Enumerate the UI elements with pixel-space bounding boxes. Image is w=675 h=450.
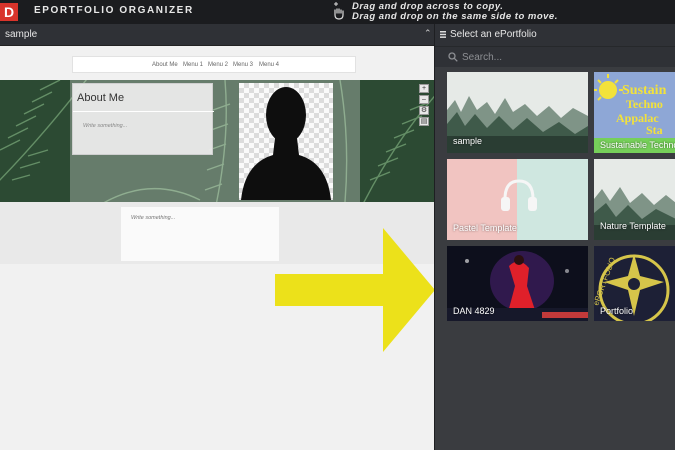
card-label: Pastel Template — [453, 223, 517, 233]
image-text-4: Sta — [646, 123, 663, 137]
about-heading: About Me — [77, 92, 125, 104]
search-input[interactable] — [462, 49, 662, 65]
edit-toolbar: + – ⚙ ▤ — [419, 84, 430, 130]
app-window: D EPORTFOLIO ORGANIZER Drag and drop acr… — [0, 0, 675, 450]
zoom-in-button[interactable]: + — [419, 84, 429, 93]
portfolio-card-dan4829[interactable]: DAN 4829 — [447, 246, 588, 321]
nav-item-menu3[interactable]: Menu 3 — [233, 62, 253, 68]
about-text-placeholder[interactable]: Write something... — [83, 123, 127, 129]
text-block-placeholder: Write something... — [131, 215, 176, 221]
preview-navbar: About Me Menu 1 Menu 2 Menu 3 Menu 4 — [72, 56, 356, 73]
nav-item-about[interactable]: About Me — [152, 62, 178, 68]
chevron-updown-icon[interactable]: ⌃ — [424, 28, 432, 39]
nav-item-menu1[interactable]: Menu 1 — [183, 62, 203, 68]
nav-item-menu4[interactable]: Menu 4 — [259, 62, 279, 68]
portfolio-card-pastel[interactable]: Pastel Template — [447, 159, 588, 240]
image-text-2: Techno — [626, 97, 663, 111]
about-section: About Me Write something... — [72, 83, 214, 155]
portfolio-selector-panel: Select an ePortfolio sample — [434, 24, 675, 450]
selected-portfolio-title: sample — [5, 29, 38, 40]
person-silhouette-icon — [241, 87, 331, 200]
arrow-right-icon — [275, 228, 435, 352]
fern-banner-image: About Me Write something... + – ⚙ ▤ — [0, 80, 434, 202]
portfolio-card-nature[interactable]: Nature Template — [594, 159, 675, 240]
card-label: Portfolio — [600, 306, 634, 316]
profile-photo-placeholder[interactable] — [239, 83, 333, 200]
image-text-1: Sustain — [622, 83, 667, 98]
list-icon — [440, 31, 446, 38]
app-logo: D — [0, 3, 18, 21]
zoom-out-button[interactable]: – — [419, 95, 429, 104]
right-panel-header: Select an ePortfolio — [435, 24, 675, 46]
card-label: DAN 4829 — [453, 306, 495, 316]
app-title: EPORTFOLIO ORGANIZER — [34, 5, 194, 16]
card-label: sample — [453, 136, 483, 146]
nav-item-menu2[interactable]: Menu 2 — [208, 62, 228, 68]
drag-hint-move: Drag and drop on the same side to move. — [352, 11, 558, 22]
layout-button[interactable]: ▤ — [419, 117, 429, 126]
card-label: Sustainable Techno — [600, 140, 675, 150]
portfolio-card-portfolio[interactable]: ePORTFOLIO Portfolio — [594, 246, 675, 321]
card-label: Nature Template — [600, 221, 666, 231]
hand-drag-icon — [334, 2, 344, 20]
panel-title: Select an ePortfolio — [450, 29, 537, 40]
search-icon — [448, 52, 458, 62]
left-panel-header[interactable]: sample ⌃ — [0, 24, 434, 46]
divider — [73, 111, 214, 112]
top-bar: D EPORTFOLIO ORGANIZER Drag and drop acr… — [0, 0, 675, 24]
text-block[interactable]: Write something... — [121, 207, 279, 261]
search-bar — [435, 46, 675, 67]
portfolio-card-sustainable[interactable]: Sustain Techno Appalac Sta Sustainable T… — [594, 72, 675, 153]
portfolio-card-sample[interactable]: sample — [447, 72, 588, 153]
settings-button[interactable]: ⚙ — [419, 106, 429, 115]
